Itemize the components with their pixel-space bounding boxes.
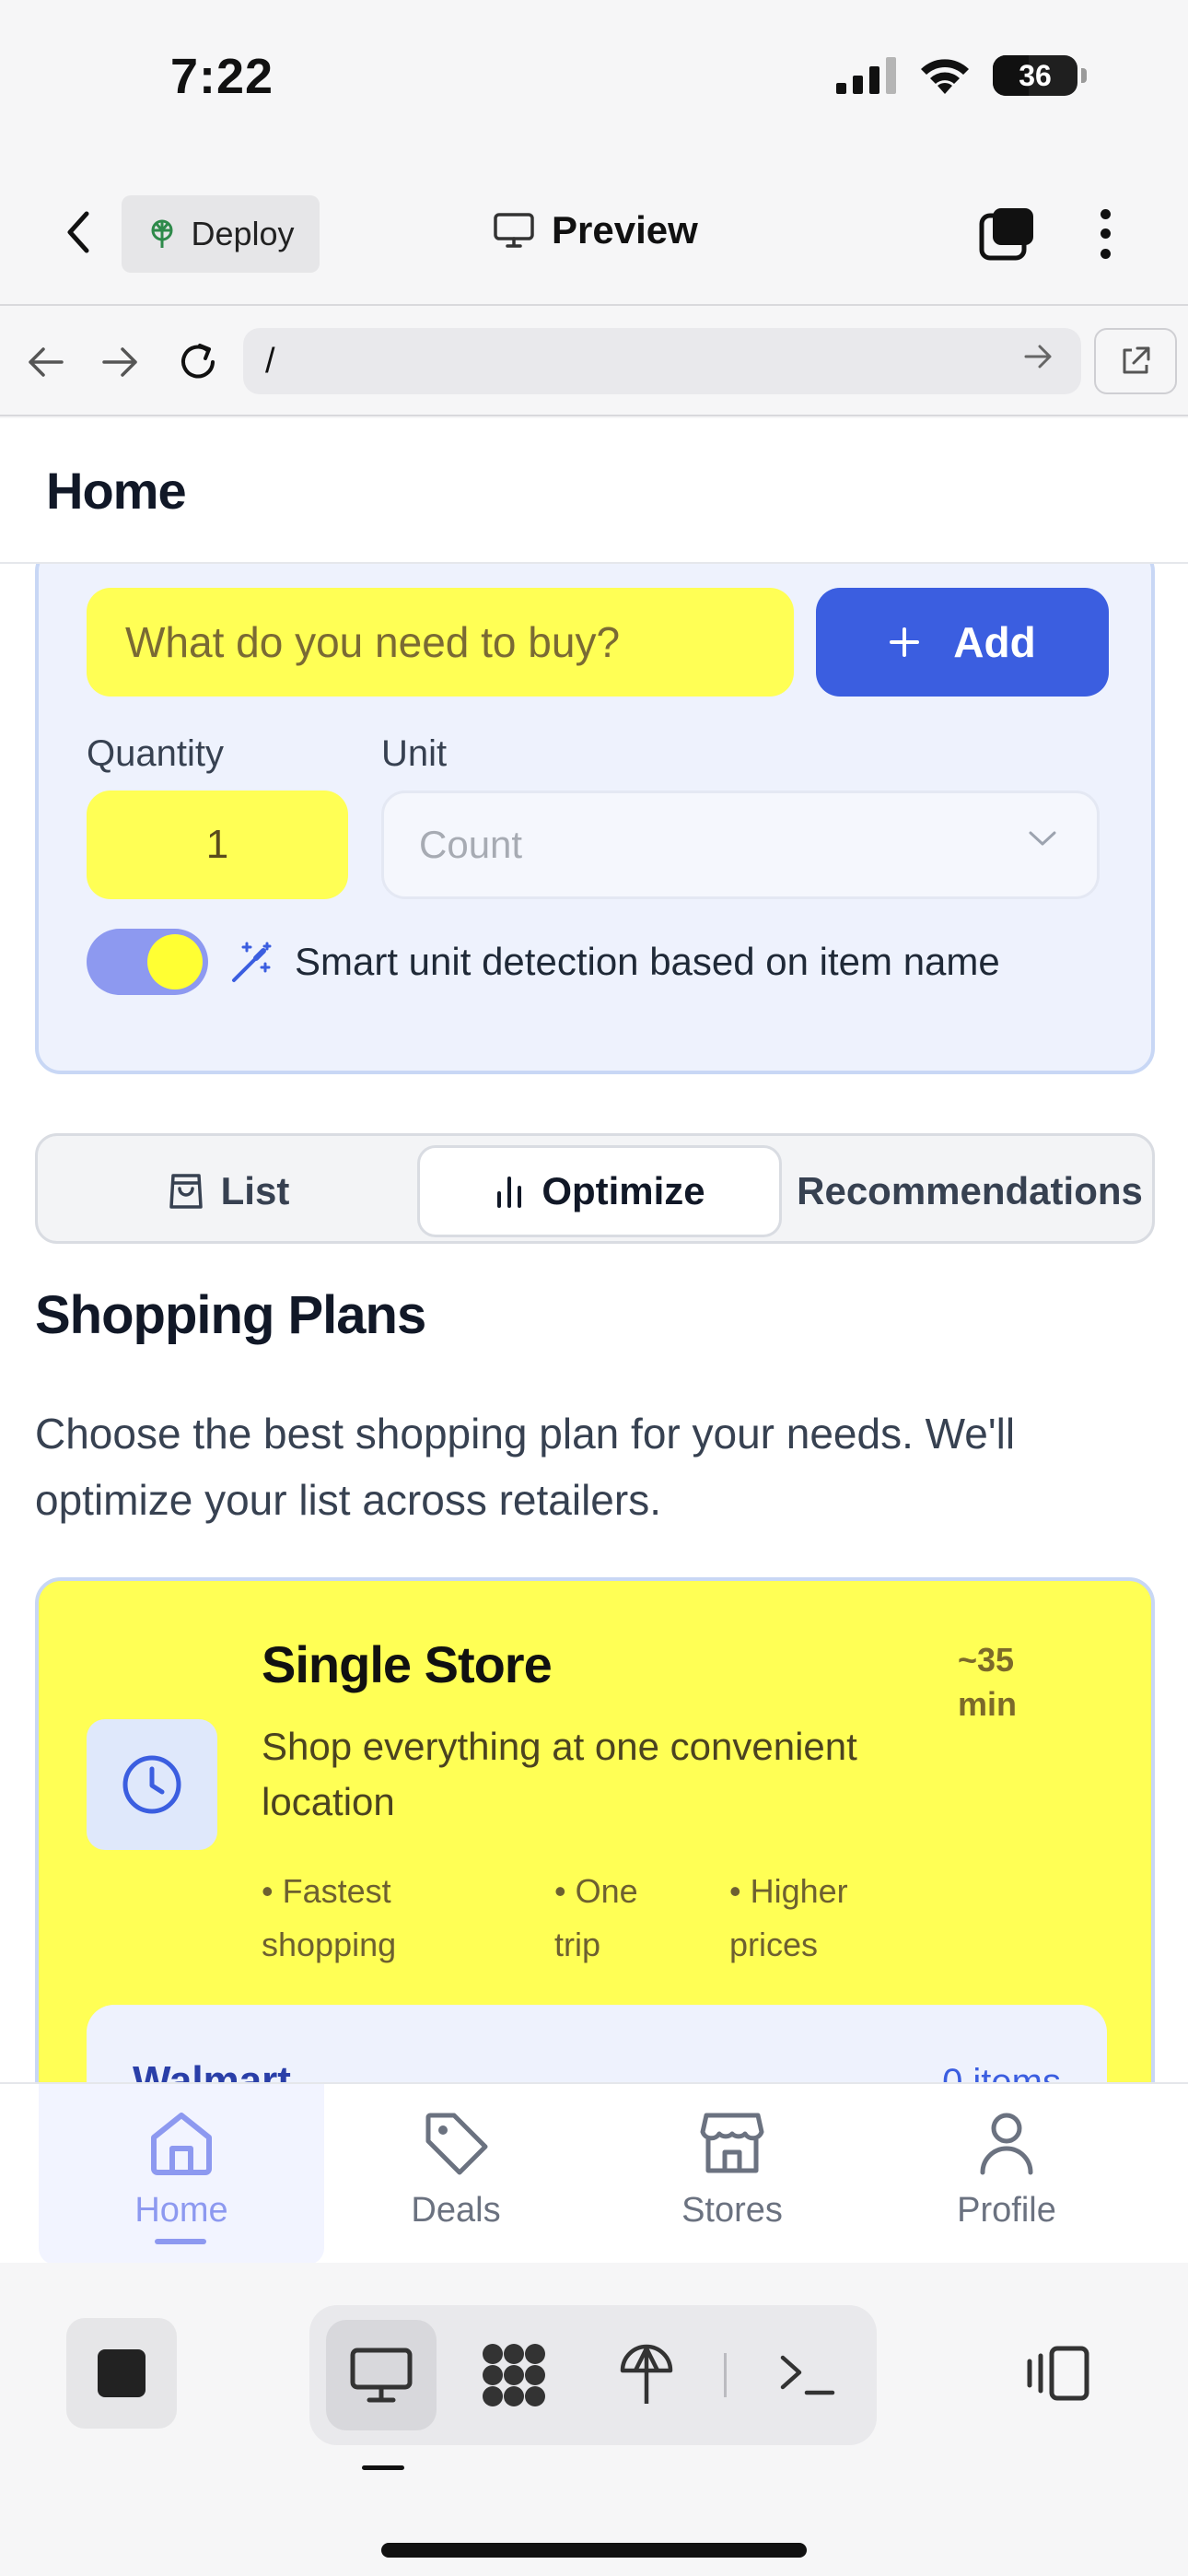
battery-icon: 36 xyxy=(993,55,1077,96)
plan-icon-box xyxy=(87,1719,217,1850)
deploy-icon xyxy=(151,219,173,248)
page-title: Home xyxy=(46,462,187,520)
add-item-card: What do you need to buy? Add Quantity Un… xyxy=(35,564,1155,1074)
nav-deals[interactable]: Deals xyxy=(313,2084,599,2265)
workspace-icon xyxy=(483,2344,545,2406)
preview-title: Preview xyxy=(493,208,698,252)
store-item-count: 0 items xyxy=(942,2062,1061,2084)
more-options-icon[interactable] xyxy=(1087,205,1124,263)
nav-stores-label: Stores xyxy=(681,2191,783,2230)
deploy-icon xyxy=(620,2344,673,2404)
browser-back-button[interactable] xyxy=(22,339,68,385)
home-icon xyxy=(151,2113,212,2175)
split-layout-icon xyxy=(1027,2346,1089,2401)
nav-profile-label: Profile xyxy=(957,2191,1056,2230)
store-icon xyxy=(700,2113,764,2173)
status-time: 7:22 xyxy=(170,49,274,104)
plus-icon xyxy=(890,627,920,657)
tabs-icon[interactable] xyxy=(978,205,1037,263)
external-link-icon xyxy=(1123,346,1150,374)
add-label: Add xyxy=(953,618,1036,666)
monitor-icon xyxy=(494,213,534,248)
smart-unit-toggle[interactable] xyxy=(87,929,208,995)
preview-tool-button[interactable] xyxy=(326,2320,437,2430)
nav-stores[interactable]: Stores xyxy=(589,2084,875,2265)
wifi-icon xyxy=(921,59,969,94)
plan-feature: • Fastest shopping xyxy=(262,1872,397,1963)
plan-description: Shop everything at one convenient locati… xyxy=(262,1725,857,1823)
chevron-down-icon xyxy=(1029,831,1056,846)
tag-icon xyxy=(425,2113,488,2175)
quantity-label: Quantity xyxy=(87,733,224,774)
active-tool-indicator xyxy=(362,2465,404,2470)
monitor-icon xyxy=(350,2348,413,2403)
view-tabs: List Optimize Recommendations xyxy=(35,1133,1155,1244)
layout-toggle-button[interactable] xyxy=(1020,2336,1094,2410)
shell-tool-button[interactable] xyxy=(751,2320,862,2430)
quantity-input[interactable]: 1 xyxy=(87,790,348,899)
nav-profile[interactable]: Profile xyxy=(864,2084,1149,2265)
add-item-button[interactable]: Add xyxy=(816,588,1109,697)
unit-select[interactable]: Count xyxy=(381,790,1100,899)
cellular-signal-icon xyxy=(836,57,896,94)
shopping-bag-icon xyxy=(169,1174,203,1209)
tab-list[interactable]: List xyxy=(38,1145,419,1237)
smart-unit-label: Smart unit detection based on item name xyxy=(295,940,1000,983)
stop-icon xyxy=(98,2349,146,2397)
unit-label: Unit xyxy=(381,733,448,774)
back-button[interactable] xyxy=(55,205,101,260)
magic-wand-icon xyxy=(232,942,272,982)
url-value: / xyxy=(265,341,275,381)
tab-optimize-label: Optimize xyxy=(542,1169,705,1212)
tab-recommendations[interactable]: Recommendations xyxy=(782,1145,1158,1237)
reload-button[interactable] xyxy=(175,339,221,385)
bar-chart-icon xyxy=(497,1177,522,1208)
plan-feature: • Higher prices xyxy=(729,1872,848,1963)
tab-recommendations-label: Recommendations xyxy=(797,1169,1143,1212)
stop-button[interactable] xyxy=(66,2318,177,2429)
plan-time: ~35 min xyxy=(958,1641,1018,1723)
nav-home[interactable]: Home xyxy=(39,2084,324,2265)
clock-icon xyxy=(122,1755,181,1814)
open-external-button[interactable] xyxy=(1094,328,1177,394)
reload-icon xyxy=(181,344,215,379)
url-input[interactable]: / xyxy=(243,328,1081,394)
ide-tool-group xyxy=(309,2305,877,2445)
deploy-tool-button[interactable] xyxy=(591,2320,702,2430)
plans-title: Shopping Plans xyxy=(35,1285,426,1345)
go-arrow-icon[interactable] xyxy=(1024,343,1054,370)
battery-level: 36 xyxy=(1019,58,1052,92)
home-indicator xyxy=(381,2543,807,2558)
main-content: What do you need to buy? Add Quantity Un… xyxy=(0,564,1188,2084)
plan-feature: • One trip xyxy=(554,1872,638,1963)
store-name: Walmart xyxy=(133,2058,291,2084)
store-section: Walmart 0 items xyxy=(87,2005,1107,2084)
browser-forward-button[interactable] xyxy=(98,339,144,385)
bottom-nav: Home Deals Stores Profile xyxy=(0,2082,1188,2265)
workspace-tool-button[interactable] xyxy=(459,2320,569,2430)
arrow-left-icon xyxy=(29,347,64,377)
deploy-label: Deploy xyxy=(191,215,295,252)
nav-deals-label: Deals xyxy=(411,2191,501,2230)
deploy-button[interactable]: Deploy xyxy=(122,195,320,273)
unit-value: Count xyxy=(419,823,523,866)
status-icons: 36 xyxy=(836,55,1087,96)
plan-name: Single Store xyxy=(262,1635,553,1693)
terminal-icon xyxy=(780,2355,835,2395)
preview-label: Preview xyxy=(552,208,698,252)
plan-card-single-store[interactable]: Single Store ~35 min Shop everything at … xyxy=(35,1577,1155,2084)
user-icon xyxy=(980,2113,1033,2175)
item-name-input[interactable]: What do you need to buy? xyxy=(87,588,794,697)
arrow-right-icon xyxy=(102,347,137,377)
chevron-left-icon xyxy=(67,211,89,253)
plans-description: Choose the best shopping plan for your n… xyxy=(35,1410,1016,1524)
tab-list-label: List xyxy=(220,1169,290,1212)
nav-home-label: Home xyxy=(134,2191,228,2230)
tab-optimize[interactable]: Optimize xyxy=(417,1145,782,1237)
